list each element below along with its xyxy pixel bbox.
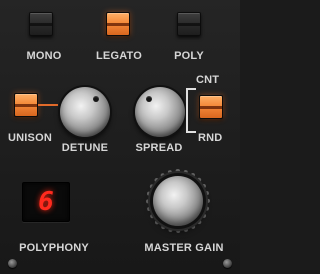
polyphony-label: POLYPHONY	[19, 242, 89, 254]
poly-label: POLY	[174, 50, 204, 62]
synth-voice-panel: MONO LEGATO POLY UNISON DETUNE SPREAD CN…	[0, 0, 240, 274]
legato-label: LEGATO	[95, 50, 143, 62]
spread-knob[interactable]	[135, 87, 185, 137]
unison-connector-line	[38, 104, 58, 106]
mono-button[interactable]	[29, 12, 53, 36]
spread-knob-indicator	[146, 96, 152, 102]
spread-mode-button[interactable]	[199, 95, 223, 119]
polyphony-display[interactable]: 6	[22, 182, 70, 222]
spread-bracket-bottom	[186, 131, 196, 133]
spread-bracket-vertical	[186, 88, 188, 133]
spread-mode-cnt-label: CNT	[196, 74, 220, 86]
spread-bracket-top	[186, 88, 196, 90]
unison-button[interactable]	[14, 93, 38, 117]
master-gain-label: MASTER GAIN	[144, 242, 224, 254]
master-gain-knob[interactable]	[153, 176, 203, 226]
screw-icon	[8, 259, 17, 268]
screw-icon	[223, 259, 232, 268]
poly-button[interactable]	[177, 12, 201, 36]
detune-label: DETUNE	[61, 142, 109, 154]
spread-mode-rnd-label: RND	[198, 132, 223, 144]
detune-knob[interactable]	[60, 87, 110, 137]
legato-button[interactable]	[106, 12, 130, 36]
mono-label: MONO	[26, 50, 62, 62]
detune-knob-indicator	[93, 96, 99, 102]
unison-label: UNISON	[8, 132, 52, 144]
spread-label: SPREAD	[135, 142, 183, 154]
